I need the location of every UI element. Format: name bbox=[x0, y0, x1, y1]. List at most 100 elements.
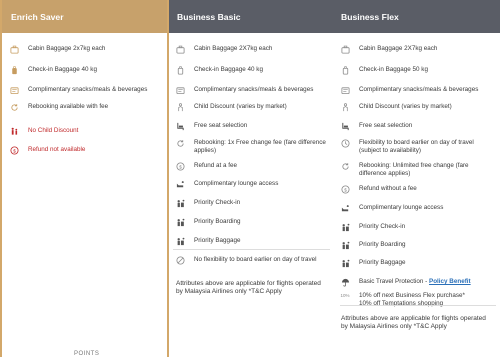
feature-text: Child Discount (varies by market) bbox=[194, 103, 287, 110]
fare-title: Enrich Saver bbox=[11, 11, 64, 22]
points-label: POINTS bbox=[74, 351, 100, 357]
feature-item: Free seat selection bbox=[175, 122, 247, 131]
feature-text: Complimentary lounge access bbox=[194, 180, 279, 187]
refund-icon: $ bbox=[340, 184, 350, 194]
feature-item: Cabin Baggage 2X7kg each bbox=[340, 45, 437, 54]
child-icon bbox=[340, 102, 350, 112]
rebook-icon bbox=[340, 161, 350, 171]
feature-text: Complimentary snacks/meals & beverages bbox=[28, 86, 148, 93]
feature-text: No flexibility to board earlier on day o… bbox=[194, 256, 317, 263]
feature-text: Priority Boarding bbox=[194, 218, 241, 225]
feature-item: $ Refund at a fee bbox=[175, 161, 238, 171]
feature-text: Free seat selection bbox=[359, 122, 413, 129]
feature-item: Complimentary snacks/meals & beverages bbox=[340, 86, 478, 95]
seat-icon bbox=[175, 121, 185, 131]
feature-text: Rebooking: 1x Free change fee (fare diff… bbox=[194, 139, 326, 154]
checkin-bag-icon bbox=[9, 65, 19, 75]
svg-text:$: $ bbox=[179, 164, 182, 170]
feature-text: Check-in Baggage 50 kg bbox=[359, 66, 428, 73]
percent-icon-text: 10% bbox=[340, 293, 350, 299]
clock-icon bbox=[340, 138, 350, 148]
priority-icon bbox=[340, 240, 350, 250]
feature-item: Priority Check-in bbox=[340, 223, 405, 232]
feature-item: Child Discount (varies by market) bbox=[340, 102, 452, 112]
feature-item: Check-in Baggage 40 kg bbox=[9, 65, 97, 75]
feature-item: Priority Baggage bbox=[340, 259, 406, 268]
feature-text: Rebooking available with fee bbox=[28, 103, 109, 110]
feature-item: $ Refund without a fee bbox=[340, 184, 417, 194]
disclaimer-note: Attributes above are applicable for flig… bbox=[176, 280, 321, 295]
feature-item: Rebooking: Unlimited free change (fare d… bbox=[340, 162, 489, 177]
feature-text: Cabin Baggage 2X7kg each bbox=[194, 45, 273, 52]
fare-header-enrich-saver[interactable]: Enrich Saver bbox=[2, 0, 167, 33]
feature-item: Basic Travel Protection - Policy Benefit bbox=[340, 278, 471, 287]
feature-text: Priority Baggage bbox=[359, 259, 406, 266]
feature-text: Priority Boarding bbox=[359, 241, 406, 248]
policy-benefit-link[interactable]: Policy Benefit bbox=[429, 278, 471, 285]
baggage-icon bbox=[340, 44, 350, 54]
disclaimer-note: Attributes above are applicable for flig… bbox=[341, 315, 486, 330]
svg-text:$: $ bbox=[344, 187, 347, 193]
seat-icon bbox=[340, 121, 350, 131]
rebook-icon bbox=[175, 138, 185, 148]
divider bbox=[173, 249, 330, 250]
feature-item: Priority Baggage bbox=[175, 237, 241, 246]
baggage-icon bbox=[175, 44, 185, 54]
feature-text: Complimentary snacks/meals & beverages bbox=[359, 86, 479, 93]
feature-item: Cabin Baggage 2x7kg each bbox=[9, 45, 105, 54]
feature-item: Priority Boarding bbox=[175, 218, 241, 227]
rebook-icon bbox=[9, 102, 19, 112]
feature-text: Child Discount (varies by market) bbox=[359, 103, 452, 110]
feature-text: Cabin Baggage 2X7kg each bbox=[359, 45, 438, 52]
child-icon bbox=[175, 102, 185, 112]
feature-text: Check-in Baggage 40 kg bbox=[194, 66, 263, 73]
feature-item: Complimentary snacks/meals & beverages bbox=[9, 86, 147, 95]
feature-item: Priority Check-in bbox=[175, 199, 240, 208]
lounge-icon bbox=[340, 203, 350, 213]
feature-text: Complimentary snacks/meals & beverages bbox=[194, 86, 314, 93]
no-child-icon bbox=[9, 126, 19, 136]
feature-text: Free seat selection bbox=[194, 122, 248, 129]
lounge-icon bbox=[175, 179, 185, 189]
checkin-bag-icon bbox=[175, 65, 185, 75]
feature-text: Refund without a fee bbox=[359, 185, 417, 192]
feature-item: Flexibility to board earlier on day of t… bbox=[340, 138, 489, 154]
checkin-bag-icon bbox=[340, 65, 350, 75]
feature-item: Check-in Baggage 40 kg bbox=[175, 65, 263, 75]
feature-text: Priority Baggage bbox=[194, 237, 241, 244]
feature-text: Priority Check-in bbox=[359, 223, 406, 230]
snacks-icon bbox=[175, 85, 185, 95]
feature-item: Complimentary lounge access bbox=[175, 180, 278, 189]
feature-item: No Child Discount bbox=[9, 127, 78, 136]
feature-text: Refund at a fee bbox=[194, 162, 238, 169]
fare-title: Business Basic bbox=[177, 11, 241, 22]
priority-icon bbox=[175, 217, 185, 227]
feature-text: Cabin Baggage 2x7kg each bbox=[28, 45, 106, 52]
feature-item: Child Discount (varies by market) bbox=[175, 102, 287, 112]
feature-item: Complimentary snacks/meals & beverages bbox=[175, 86, 313, 95]
feature-item: Rebooking: 1x Free change fee (fare diff… bbox=[175, 139, 329, 154]
feature-item: $ Refund not available bbox=[9, 145, 85, 155]
protection-text: Basic Travel Protection - bbox=[359, 278, 429, 285]
discount-line-1: 10% off next Business Flex purchase* bbox=[359, 292, 465, 299]
feature-text: Priority Check-in bbox=[194, 199, 241, 206]
feature-item: Priority Boarding bbox=[340, 241, 406, 250]
feature-text: Complimentary lounge access bbox=[359, 204, 444, 211]
feature-item: Rebooking available with fee bbox=[9, 103, 108, 112]
feature-item: Complimentary lounge access bbox=[340, 204, 443, 213]
svg-text:$: $ bbox=[13, 148, 16, 154]
feature-item: Free seat selection bbox=[340, 122, 412, 131]
divider bbox=[340, 305, 496, 306]
priority-icon bbox=[340, 222, 350, 232]
feature-item: Cabin Baggage 2X7kg each bbox=[175, 45, 272, 54]
fare-header-business-basic[interactable]: Business Basic bbox=[169, 0, 336, 33]
umbrella-icon bbox=[340, 277, 350, 287]
percent-icon: 10% bbox=[340, 291, 350, 301]
fare-header-business-flex[interactable]: Business Flex bbox=[336, 0, 500, 33]
fare-column-business-flex: Business Flex Cabin Baggage 2X7kg each C… bbox=[336, 0, 500, 357]
feature-text: Check-in Baggage 40 kg bbox=[28, 66, 97, 73]
fare-comparison-table: Enrich Saver Cabin Baggage 2x7kg each Ch… bbox=[0, 0, 500, 357]
baggage-icon bbox=[9, 44, 19, 54]
no-flex-icon bbox=[175, 255, 185, 265]
priority-icon bbox=[175, 236, 185, 246]
